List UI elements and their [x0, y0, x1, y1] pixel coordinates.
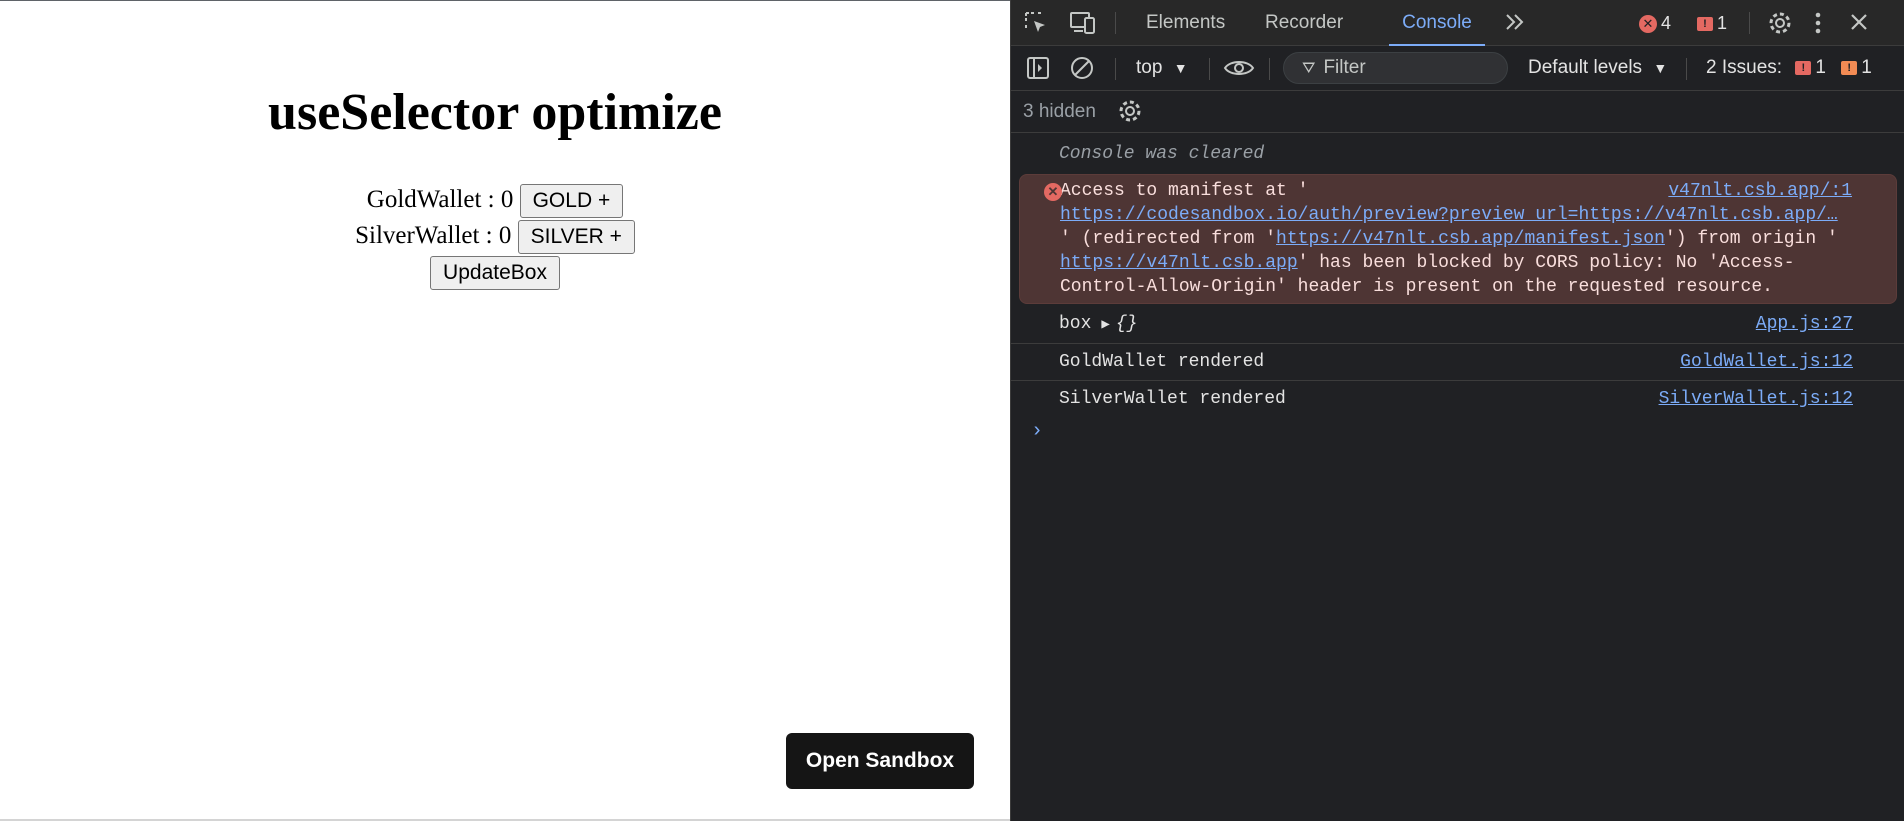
log-text: GoldWallet rendered [1059, 352, 1265, 372]
error-url-link[interactable]: https://codesandbox.io/auth/preview?prev… [1060, 205, 1838, 225]
issues-label: 2 Issues: [1706, 57, 1783, 78]
more-tabs-icon[interactable] [1503, 10, 1527, 40]
silver-plus-button[interactable]: SILVER + [517, 220, 635, 255]
log-levels-label: Default levels [1528, 57, 1643, 78]
error-icon: ✕ [1639, 15, 1657, 34]
gold-wallet-row: GoldWallet : 0 GOLD + [0, 182, 990, 219]
log-levels-select[interactable]: Default levels ▼ [1528, 55, 1667, 81]
tab-console[interactable]: Console [1389, 0, 1485, 46]
separator [1115, 12, 1116, 34]
separator [1209, 58, 1210, 80]
hidden-count[interactable]: 3 hidden [1023, 99, 1096, 125]
console-toolbar: top ▼ ⛛ Filter Default levels ▼ 2 Issues:… [1011, 46, 1904, 91]
issues-counter[interactable]: 2 Issues: ! 1 ! 1 [1706, 55, 1872, 81]
console-output: Console was cleared ✕ v47nlt.csb.app/:1 … [1011, 134, 1904, 443]
error-text-line: Control-Allow-Origin' header is present … [1060, 277, 1773, 297]
console-settings-gear-icon[interactable] [1117, 98, 1143, 130]
gold-plus-button[interactable]: GOLD + [519, 184, 624, 219]
log-text: SilverWallet rendered [1059, 389, 1286, 409]
silver-wallet-row: SilverWallet : 0 SILVER + [0, 218, 990, 255]
inspect-element-icon[interactable] [1023, 10, 1049, 42]
console-log-row: SilverWallet rendered SilverWallet.js:12 [1011, 381, 1904, 418]
cors-error-message: ✕ v47nlt.csb.app/:1 Access to manifest a… [1019, 174, 1897, 304]
origin-url-link[interactable]: https://v47nlt.csb.app [1060, 253, 1298, 273]
clear-console-icon[interactable] [1069, 55, 1095, 87]
error-text-line: ' has been blocked by CORS policy: No 'A… [1297, 253, 1795, 273]
kebab-menu-icon[interactable] [1811, 10, 1825, 42]
log-source-link[interactable]: GoldWallet.js:12 [1680, 350, 1853, 374]
device-toolbar-icon[interactable] [1069, 10, 1097, 42]
error-count-badge[interactable]: ✕ 4 [1639, 12, 1671, 34]
separator [1686, 58, 1687, 80]
open-sandbox-button[interactable]: Open Sandbox [786, 733, 974, 789]
separator [1749, 12, 1750, 34]
app-preview: useSelector optimize GoldWallet : 0 GOLD… [0, 0, 1010, 819]
page-title: useSelector optimize [268, 84, 722, 141]
log-object[interactable]: {} [1116, 314, 1138, 334]
console-prompt-icon[interactable]: › [1031, 420, 1043, 443]
tab-recorder[interactable]: Recorder [1265, 0, 1343, 46]
tab-elements[interactable]: Elements [1146, 0, 1225, 46]
filter-icon: ⛛ [1302, 60, 1316, 77]
error-count: 4 [1661, 13, 1672, 33]
issue-warning-icon: ! [1841, 60, 1858, 75]
issues-warning-count: 1 [1861, 57, 1872, 78]
issue-flag-count: 1 [1717, 13, 1728, 33]
error-icon: ✕ [1044, 183, 1062, 201]
silver-wallet-label: SilverWallet : 0 [355, 222, 512, 249]
context-select[interactable]: top ▼ [1136, 55, 1188, 81]
chevron-down-icon: ▼ [1653, 60, 1668, 76]
gold-wallet-label: GoldWallet : 0 [366, 186, 514, 213]
error-source-link[interactable]: v47nlt.csb.app/:1 [1668, 179, 1852, 203]
eye-icon[interactable] [1223, 55, 1255, 87]
update-row: UpdateBox [0, 254, 990, 291]
chevron-down-icon: ▼ [1173, 60, 1188, 76]
separator [1115, 58, 1116, 80]
filter-placeholder: Filter [1323, 57, 1366, 78]
console-subbar: 3 hidden [1011, 91, 1904, 133]
devtools-tabbar: Elements Recorder Console ✕ 4 ! 1 [1011, 0, 1904, 46]
sidebar-toggle-icon[interactable] [1025, 55, 1051, 87]
expand-triangle-icon[interactable]: ▶ [1101, 317, 1109, 333]
error-text-line: ' (redirected from ' [1060, 229, 1277, 249]
filter-input[interactable]: ⛛ Filter [1283, 52, 1508, 84]
console-log-row: GoldWallet rendered GoldWallet.js:12 [1011, 344, 1904, 381]
log-text: box [1059, 314, 1092, 334]
console-cleared-message: Console was cleared [1059, 144, 1265, 164]
separator [1269, 58, 1270, 80]
console-log-row: box ▶ {} App.js:27 [1011, 304, 1904, 344]
issue-flag-icon: ! [1697, 17, 1713, 32]
log-source-link[interactable]: SilverWallet.js:12 [1659, 387, 1853, 411]
context-value: top [1136, 57, 1163, 78]
manifest-url-link[interactable]: https://v47nlt.csb.app/manifest.json [1276, 229, 1665, 249]
error-text-line: ') from origin ' [1664, 229, 1838, 249]
close-icon[interactable] [1847, 10, 1871, 40]
issues-error-count: 1 [1815, 57, 1826, 78]
issue-error-icon: ! [1795, 60, 1812, 75]
settings-gear-icon[interactable] [1767, 10, 1793, 42]
issue-flag-badge[interactable]: ! 1 [1697, 12, 1727, 34]
log-source-link[interactable]: App.js:27 [1756, 312, 1853, 336]
update-box-button[interactable]: UpdateBox [430, 256, 560, 291]
devtools-panel: Elements Recorder Console ✕ 4 ! 1 top ▼ … [1010, 0, 1904, 821]
